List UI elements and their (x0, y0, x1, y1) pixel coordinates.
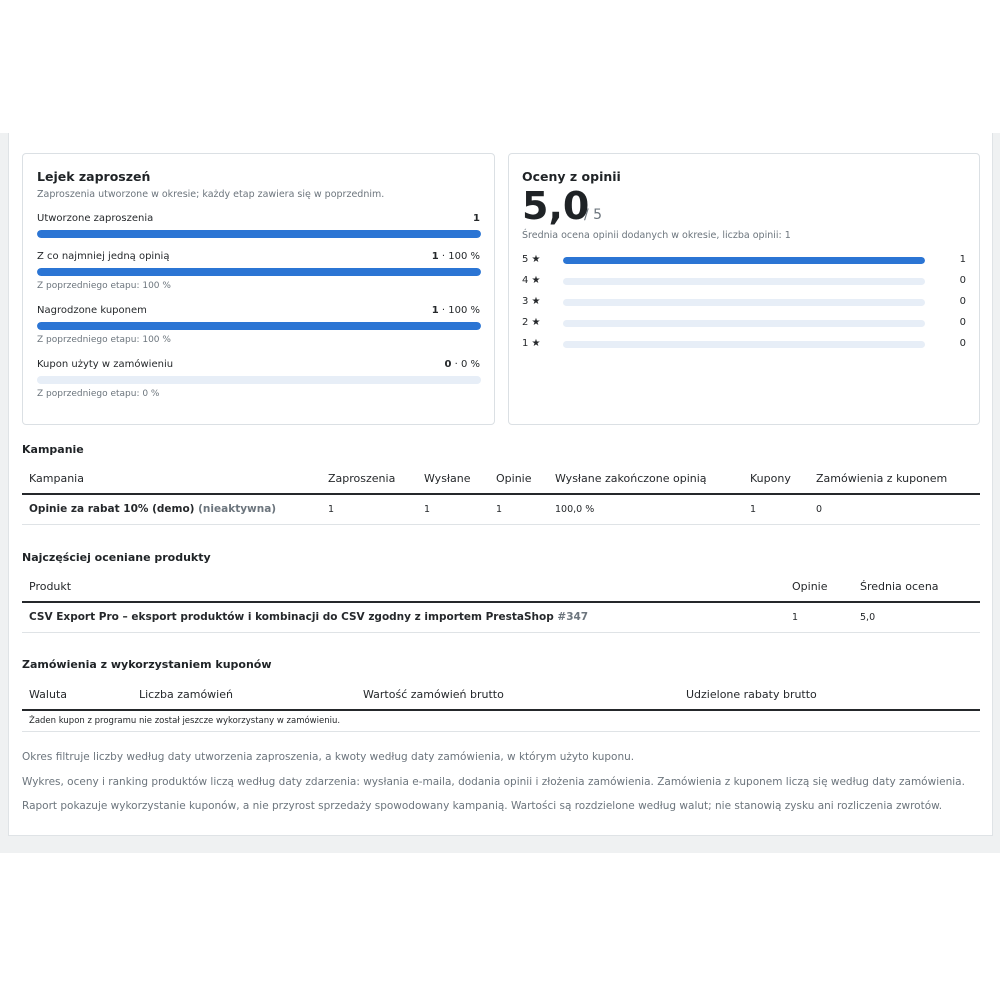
funnel-bar-fill (37, 230, 481, 238)
product-name-cell: CSV Export Pro – eksport produktów i kom… (22, 602, 785, 633)
products-section-title: Najczęściej oceniane produkty (22, 551, 211, 564)
funnel-bar-fill (37, 268, 481, 276)
column-header[interactable]: Produkt (22, 571, 785, 603)
funnel-bar-track (37, 230, 481, 238)
table-cell: 1 (489, 494, 548, 525)
table-cell: 5,0 (853, 602, 980, 633)
rating-label: 4 ★ (522, 275, 541, 286)
invitation-funnel-card: Lejek zaproszeń Zaproszenia utworzone w … (22, 153, 495, 425)
report-note: Raport pokazuje wykorzystanie kuponów, a… (22, 800, 943, 812)
rating-label: 1 ★ (522, 338, 541, 349)
column-header[interactable]: Kupony (743, 463, 809, 495)
column-header[interactable]: Zaproszenia (321, 463, 417, 495)
rating-count: 0 (959, 275, 966, 286)
rating-label: 3 ★ (522, 296, 541, 307)
funnel-title: Lejek zaproszeń (37, 169, 151, 184)
campaigns-section-title: Kampanie (22, 443, 84, 456)
rating-max: / 5 (584, 207, 603, 223)
rating-bar-track (563, 299, 925, 306)
funnel-step-value: 0 · 0 % (444, 359, 480, 370)
ratings-subtitle: Średnia ocena opinii dodanych w okresie,… (522, 230, 791, 241)
table-row: Opinie za rabat 10% (demo) (nieaktywna) … (22, 494, 980, 525)
column-header[interactable]: Waluta (22, 679, 132, 711)
column-header[interactable]: Średnia ocena (853, 571, 980, 603)
column-header[interactable]: Wysłane (417, 463, 489, 495)
column-header[interactable]: Opinie (785, 571, 853, 603)
column-header[interactable]: Zamówienia z kuponem (809, 463, 980, 495)
funnel-subtitle: Zaproszenia utworzone w okresie; każdy e… (37, 189, 385, 200)
product-name[interactable]: CSV Export Pro – eksport produktów i kom… (29, 611, 554, 623)
table-row: Żaden kupon z programu nie został jeszcz… (22, 710, 980, 732)
products-table: Produkt Opinie Średnia ocena CSV Export … (22, 571, 980, 633)
rating-bar-track (563, 320, 925, 327)
funnel-bar-track (37, 268, 481, 276)
table-cell: 0 (809, 494, 980, 525)
column-header[interactable]: Wartość zamówień brutto (356, 679, 679, 711)
campaigns-table: Kampania Zaproszenia Wysłane Opinie Wysł… (22, 463, 980, 525)
orders-section-title: Zamówienia z wykorzystaniem kuponów (22, 658, 272, 671)
ratings-card: Oceny z opinii 5,0 / 5 Średnia ocena opi… (508, 153, 980, 425)
funnel-step-label: Kupon użyty w zamówieniu (37, 359, 174, 370)
report-note: Okres filtruje liczby według daty utworz… (22, 751, 635, 763)
funnel-bar-track (37, 322, 481, 330)
rating-bar-fill (563, 257, 925, 264)
report-note: Wykres, oceny i ranking produktów liczą … (22, 776, 965, 788)
rating-count: 0 (959, 338, 966, 349)
campaign-name[interactable]: Opinie za rabat 10% (demo) (29, 503, 194, 515)
column-header[interactable]: Kampania (22, 463, 321, 495)
funnel-step-conversion: Z poprzedniego etapu: 100 % (37, 335, 171, 345)
table-cell: 1 (417, 494, 489, 525)
rating-bar-track (563, 257, 925, 264)
rating-label: 5 ★ (522, 254, 541, 265)
rating-bar-track (563, 278, 925, 285)
orders-table: Waluta Liczba zamówień Wartość zamówień … (22, 679, 980, 732)
campaign-status: (nieaktywna) (198, 503, 277, 516)
campaign-name-cell: Opinie za rabat 10% (demo) (nieaktywna) (22, 494, 321, 525)
funnel-step-label: Utworzone zaproszenia (37, 213, 154, 224)
table-row: CSV Export Pro – eksport produktów i kom… (22, 602, 980, 633)
funnel-step-value: 1 (473, 213, 480, 224)
product-id: #347 (557, 611, 589, 624)
column-header[interactable]: Udzielone rabaty brutto (679, 679, 980, 711)
rating-label: 2 ★ (522, 317, 541, 328)
column-header[interactable]: Opinie (489, 463, 548, 495)
rating-count: 0 (959, 317, 966, 328)
funnel-bar-track (37, 376, 481, 384)
funnel-step-label: Z co najmniej jedną opinią (37, 251, 170, 262)
table-cell: 1 (743, 494, 809, 525)
funnel-step-value: 1 · 100 % (431, 251, 480, 262)
table-cell: 1 (321, 494, 417, 525)
column-header[interactable]: Liczba zamówień (132, 679, 356, 711)
funnel-bar-fill (37, 322, 481, 330)
average-rating: 5,0 (522, 184, 590, 228)
rating-bar-track (563, 341, 925, 348)
table-cell: 1 (785, 602, 853, 633)
funnel-step-value: 1 · 100 % (431, 305, 480, 316)
orders-header-row: Waluta Liczba zamówień Wartość zamówień … (22, 679, 980, 711)
products-header-row: Produkt Opinie Średnia ocena (22, 571, 980, 603)
table-cell: 100,0 % (548, 494, 743, 525)
funnel-step-label: Nagrodzone kuponem (37, 305, 147, 316)
empty-state-message: Żaden kupon z programu nie został jeszcz… (22, 710, 980, 732)
funnel-step-conversion: Z poprzedniego etapu: 100 % (37, 281, 171, 291)
campaigns-header-row: Kampania Zaproszenia Wysłane Opinie Wysł… (22, 463, 980, 495)
column-header[interactable]: Wysłane zakończone opinią (548, 463, 743, 495)
ratings-title: Oceny z opinii (522, 169, 621, 184)
rating-count: 1 (959, 254, 966, 265)
funnel-step-conversion: Z poprzedniego etapu: 0 % (37, 389, 160, 399)
rating-count: 0 (959, 296, 966, 307)
